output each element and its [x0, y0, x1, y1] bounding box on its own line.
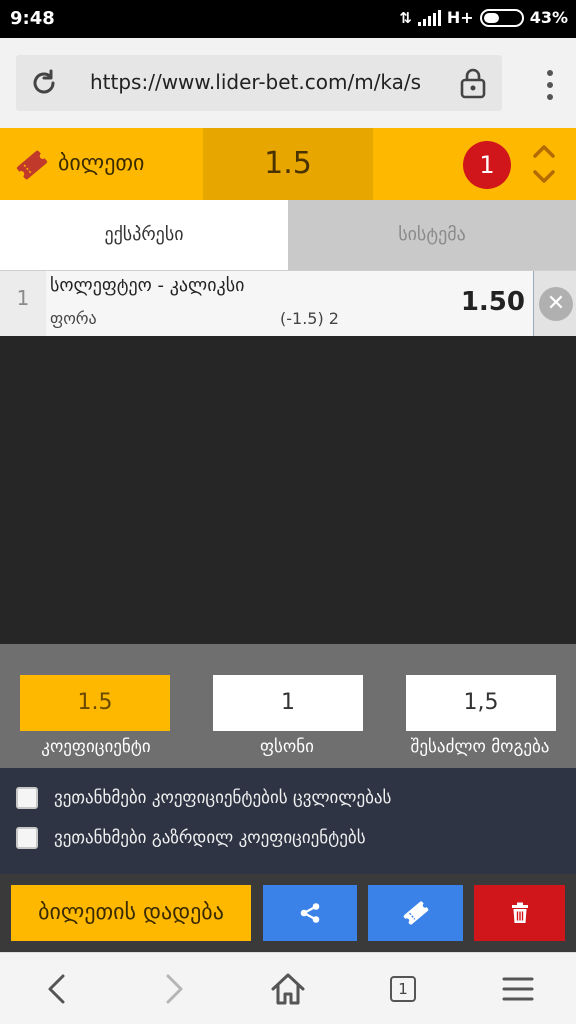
ticket-title: ბილეთი [58, 151, 145, 176]
save-ticket-button[interactable] [368, 885, 463, 941]
stake-input[interactable]: 1 [213, 675, 363, 731]
odds-column: 1.5 კოეფიციენტი [0, 644, 192, 768]
agree-raised-odds-checkbox[interactable] [16, 827, 38, 849]
odds-value: 1.5 [20, 675, 170, 731]
delete-ticket-button[interactable] [474, 885, 565, 941]
win-column: 1,5 შესაძლო მოგება [384, 644, 576, 768]
tab-system[interactable]: სისტემა [288, 200, 576, 270]
data-transfer-icon: ⇅ [399, 8, 412, 27]
battery-percent: 43% [529, 8, 568, 27]
ticket-icon [403, 901, 428, 925]
status-bar: 9:48 ⇅ H+ 43% [0, 0, 576, 38]
browser-menu-icon[interactable] [546, 70, 554, 100]
battery-icon [479, 8, 524, 27]
stake-label: ფსონი [260, 737, 314, 757]
bet-summary: 1.5 კოეფიციენტი 1 ფსონი 1,5 შესაძლო მოგე… [0, 644, 576, 768]
odds-label: კოეფიციენტი [41, 737, 151, 757]
bet-index: 1 [0, 271, 46, 337]
forward-icon[interactable] [153, 969, 193, 1009]
tabs-count[interactable]: 1 [390, 976, 416, 1002]
agree-raised-odds[interactable]: ვეთანხმები გაზრდილ კოეფიციენტებს [16, 826, 366, 850]
bet-type-tabs: ექსპრესი სისტემა [0, 200, 576, 270]
ticket-icon [16, 150, 48, 180]
remove-bet-icon[interactable]: ✕ [539, 287, 573, 321]
battery-fill [483, 12, 499, 23]
trash-icon [511, 902, 528, 923]
lock-icon[interactable] [458, 67, 488, 99]
browser-bottom-nav: 1 [0, 952, 576, 1024]
empty-area [0, 336, 576, 644]
expand-collapse-icon[interactable] [532, 142, 556, 186]
share-button[interactable] [263, 885, 357, 941]
share-icon [300, 903, 320, 923]
bet-line: (-1.5) 2 [280, 309, 339, 328]
browser-toolbar: https://www.lider-bet.com/m/ka/s [0, 38, 576, 128]
action-bar: ბილეთის დადება [0, 874, 576, 952]
tab-express[interactable]: ექსპრესი [0, 200, 288, 270]
bet-count-badge: 1 [463, 141, 511, 189]
possible-win-label: შესაძლო მოგება [410, 737, 550, 757]
total-odds: 1.5 [264, 146, 312, 181]
signal-icon [417, 9, 441, 26]
bet-market: ფორა [50, 309, 97, 328]
bet-details: სოლეფტეო - კალიკსი ფორა (-1.5) 2 1.50 [46, 271, 534, 337]
bet-odds: 1.50 [460, 287, 525, 317]
tabs-button[interactable]: 1 [383, 969, 423, 1009]
hamburger-menu-icon[interactable] [498, 969, 538, 1009]
agree-odds-change-checkbox[interactable] [16, 787, 38, 809]
back-icon[interactable] [38, 969, 78, 1009]
stake-column: 1 ფსონი [191, 644, 383, 768]
place-bet-button[interactable]: ბილეთის დადება [11, 885, 251, 941]
network-type: H+ [446, 8, 474, 27]
status-time: 9:48 [10, 8, 55, 29]
agree-raised-odds-label[interactable]: ვეთანხმები გაზრდილ კოეფიციენტებს [54, 828, 366, 848]
agree-odds-change-label[interactable]: ვეთანხმები კოეფიციენტების ცვლილებას [54, 788, 391, 808]
url-text[interactable]: https://www.lider-bet.com/m/ka/s [90, 70, 448, 94]
home-icon[interactable] [268, 969, 308, 1009]
address-bar[interactable]: https://www.lider-bet.com/m/ka/s [16, 55, 502, 111]
possible-win-value: 1,5 [406, 675, 556, 731]
reload-icon[interactable] [28, 67, 60, 99]
status-indicators: ⇅ H+ 43% [399, 8, 568, 27]
ticket-header: ბილეთი 1.5 1 [0, 128, 576, 200]
agreements: ვეთანხმები კოეფიციენტების ცვლილებას ვეთა… [0, 768, 576, 874]
agree-odds-change[interactable]: ვეთანხმები კოეფიციენტების ცვლილებას [16, 786, 391, 810]
bet-match: სოლეფტეო - კალიკსი [50, 275, 245, 296]
total-odds-box: 1.5 [203, 128, 373, 200]
bet-row: 1 სოლეფტეო - კალიკსი ფორა (-1.5) 2 1.50 … [0, 270, 576, 337]
